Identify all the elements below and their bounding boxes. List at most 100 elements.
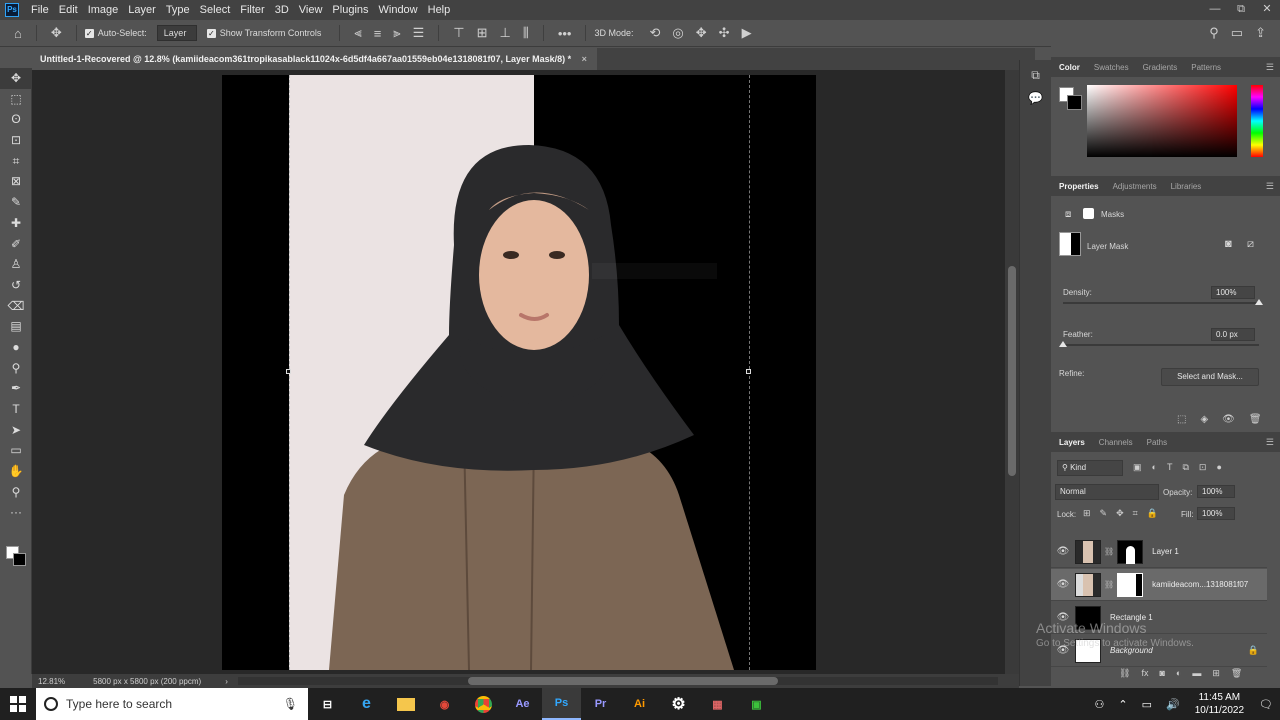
scrollbar-thumb[interactable] xyxy=(1008,266,1016,476)
menu-window[interactable]: Window xyxy=(379,4,418,16)
settings-icon[interactable]: ⚙ xyxy=(659,688,698,720)
premiere-app[interactable]: Pr xyxy=(581,688,620,720)
antivirus-icon[interactable]: ◉ xyxy=(425,688,464,720)
menu-type[interactable]: Type xyxy=(166,4,190,16)
filter-pixel-icon[interactable]: ▣ xyxy=(1133,462,1142,473)
delete-layer-icon[interactable]: 🗑 xyxy=(1231,668,1242,679)
add-mask-icon[interactable]: ◙ xyxy=(1159,668,1164,679)
blur-tool[interactable]: ● xyxy=(0,337,32,358)
select-pixel-mask-icon[interactable]: ◙ xyxy=(1225,238,1232,250)
crop-tool[interactable]: ⌗ xyxy=(0,151,32,172)
link-layers-icon[interactable]: ⛓ xyxy=(1119,668,1130,679)
transform-handle-left[interactable] xyxy=(286,369,291,374)
color-field[interactable] xyxy=(1087,85,1237,157)
dodge-tool[interactable]: ⚲ xyxy=(0,358,32,379)
illustrator-app[interactable]: Ai xyxy=(620,688,659,720)
history-icon[interactable]: ⧉ xyxy=(1020,68,1051,83)
align-left-icon[interactable]: ⫷ xyxy=(354,25,361,41)
panel-menu-icon[interactable]: ☰ xyxy=(1266,62,1274,73)
status-arrow-icon[interactable]: › xyxy=(225,677,228,686)
eyedropper-tool[interactable]: ✎ xyxy=(0,192,32,213)
lock-transparent-icon[interactable]: ⊞ xyxy=(1083,508,1091,519)
mask-link-icon[interactable]: ⛓ xyxy=(1104,580,1114,589)
chrome-icon[interactable] xyxy=(464,688,503,720)
home-icon[interactable]: ⌂ xyxy=(14,26,22,41)
adjustment-layer-icon[interactable]: ◐ xyxy=(1176,668,1181,679)
auto-select-checkbox[interactable]: ✓ xyxy=(84,28,94,38)
gradient-tool[interactable]: ▤ xyxy=(0,316,32,337)
menu-select[interactable]: Select xyxy=(200,4,231,16)
tab-layers[interactable]: Layers xyxy=(1059,438,1085,447)
show-hidden-icons[interactable]: ⌃ xyxy=(1118,698,1127,711)
hue-slider[interactable] xyxy=(1251,85,1263,157)
apply-mask-icon[interactable]: ◈ xyxy=(1200,414,1208,425)
foreground-background-colors[interactable] xyxy=(6,546,28,568)
3d-orbit-icon[interactable]: ⟲ xyxy=(650,25,661,41)
clock[interactable]: 11:45 AM 10/11/2022 xyxy=(1195,691,1244,717)
align-bottom-icon[interactable]: ⊥ xyxy=(500,25,511,41)
menu-3d[interactable]: 3D xyxy=(275,4,289,16)
history-brush-tool[interactable]: ↺ xyxy=(0,275,32,296)
photoshop-app[interactable]: Ps xyxy=(542,688,581,720)
opacity-input[interactable]: 100% xyxy=(1197,485,1235,498)
toggle-mask-icon[interactable]: 👁 xyxy=(1222,414,1235,425)
3d-pan-icon[interactable]: ✥ xyxy=(696,25,707,41)
transform-handle-right[interactable] xyxy=(746,369,751,374)
tab-swatches[interactable]: Swatches xyxy=(1094,63,1129,72)
layer-row[interactable]: 👁 ⛓ Layer 1 xyxy=(1051,536,1267,568)
brush-tool[interactable]: ✐ xyxy=(0,234,32,255)
close-button[interactable]: ✕ xyxy=(1254,0,1280,20)
frame-tool[interactable]: ⊠ xyxy=(0,171,32,192)
filter-adjustment-icon[interactable]: ◐ xyxy=(1152,462,1157,473)
marquee-tool[interactable]: ⬚ xyxy=(0,89,32,110)
workspace-icon[interactable]: ▭ xyxy=(1231,25,1243,41)
distribute-icon[interactable]: ☰ xyxy=(413,25,425,41)
volume-icon[interactable]: 🔊 xyxy=(1166,698,1180,711)
group-icon[interactable]: ▬ xyxy=(1192,668,1201,679)
zoom-tool[interactable]: ⚲ xyxy=(0,482,32,503)
auto-select-dropdown[interactable]: Layer xyxy=(156,25,197,41)
align-middle-icon[interactable]: ⊞ xyxy=(477,25,488,41)
tab-channels[interactable]: Channels xyxy=(1099,438,1133,447)
rectangle-tool[interactable]: ▭ xyxy=(0,440,32,461)
lock-position-icon[interactable]: ✥ xyxy=(1116,508,1124,519)
edge-icon[interactable]: e xyxy=(347,688,386,720)
tab-color[interactable]: Color xyxy=(1059,63,1080,72)
filter-type-icon[interactable]: T xyxy=(1167,462,1173,473)
density-input[interactable]: 100% xyxy=(1211,286,1255,299)
restore-button[interactable]: ⧉ xyxy=(1228,0,1254,20)
menu-plugins[interactable]: Plugins xyxy=(332,4,368,16)
3d-camera-icon[interactable]: ▶ xyxy=(742,25,752,41)
add-vector-mask-icon[interactable]: ⧄ xyxy=(1247,238,1254,251)
lock-image-icon[interactable]: ✎ xyxy=(1100,508,1108,519)
align-center-icon[interactable]: ≡ xyxy=(374,26,382,41)
type-tool[interactable]: T xyxy=(0,399,32,420)
zoom-level[interactable]: 12.81% xyxy=(38,677,65,686)
load-selection-icon[interactable]: ⬚ xyxy=(1177,414,1186,425)
visibility-eye-icon[interactable]: 👁 xyxy=(1051,579,1075,590)
move-tool[interactable]: ✥ xyxy=(0,68,32,89)
people-icon[interactable]: ⚇ xyxy=(1095,698,1105,711)
show-transform-checkbox[interactable]: ✓ xyxy=(206,28,216,38)
menu-edit[interactable]: Edit xyxy=(59,4,78,16)
blend-mode-dropdown[interactable]: Normal xyxy=(1055,484,1159,500)
fill-input[interactable]: 100% xyxy=(1197,507,1235,520)
feather-slider[interactable] xyxy=(1063,344,1259,346)
visibility-eye-icon[interactable]: 👁 xyxy=(1051,546,1075,557)
microphone-icon[interactable]: 🎙 xyxy=(283,697,298,711)
layer-row[interactable]: 👁 ⛓ kamiideacom...1318081f07 xyxy=(1051,569,1267,601)
media-app-icon[interactable]: ▦ xyxy=(698,688,737,720)
background-color[interactable] xyxy=(13,553,26,566)
horizontal-scrollbar[interactable] xyxy=(237,677,998,685)
density-slider[interactable] xyxy=(1063,302,1259,304)
hand-tool[interactable]: ✋ xyxy=(0,461,32,482)
tab-libraries[interactable]: Libraries xyxy=(1171,182,1202,191)
document-tab[interactable]: Untitled-1-Recovered @ 12.8% (kamiideaco… xyxy=(30,48,597,70)
taskbar-search[interactable]: Type here to search 🎙 xyxy=(36,688,308,720)
lasso-tool[interactable]: ʘ xyxy=(0,109,32,130)
3d-slide-icon[interactable]: ✣ xyxy=(719,25,730,41)
color-swatches[interactable] xyxy=(1059,87,1083,111)
more-tools[interactable]: ··· xyxy=(0,502,32,523)
lock-all-icon[interactable]: 🔒 xyxy=(1147,508,1158,519)
after-effects-app[interactable]: Ae xyxy=(503,688,542,720)
